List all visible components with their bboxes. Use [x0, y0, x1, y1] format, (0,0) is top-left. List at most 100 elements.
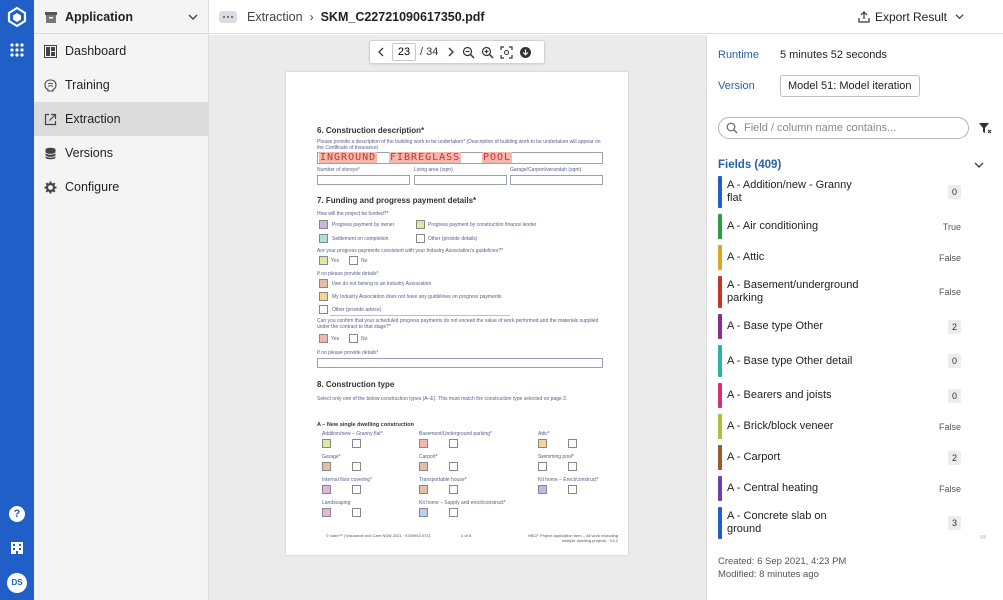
type-checkbox	[419, 439, 428, 448]
sidebar-item-dashboard[interactable]: Dashboard	[34, 34, 208, 68]
field-row[interactable]: A - Basement/underground parking False	[718, 276, 961, 308]
type-checkbox	[449, 462, 458, 471]
field-row[interactable]: A - Carport 2	[718, 445, 961, 470]
sidebar-item-training[interactable]: Training	[34, 68, 208, 102]
sidebar-item-label: Versions	[65, 146, 113, 160]
section-6-title: 6. Construction description*	[317, 126, 425, 135]
highlight-word-3[interactable]: POOL	[482, 152, 513, 163]
document-page: 6. Construction description* Please prov…	[286, 72, 628, 555]
field-row[interactable]: A - Base type Other detail 0	[718, 345, 961, 377]
option-other: Other (provide details)	[428, 236, 478, 242]
page-total: / 34	[420, 46, 439, 58]
section-8-title: 8. Construction type	[317, 380, 395, 389]
app-selector[interactable]: Application	[34, 0, 208, 34]
field-list: A - Addition/new - Granny flat 0 A - Air c…	[718, 176, 961, 539]
field-value: False	[938, 287, 961, 297]
consistent-yes-label: Yes	[331, 258, 340, 264]
checkbox-confirm-yes	[319, 334, 328, 343]
confirm-details-field	[317, 358, 603, 368]
field-row[interactable]: A - Air conditioning True	[718, 214, 961, 239]
field-row[interactable]: A - Concrete slab on ground 3	[718, 507, 961, 539]
field-search[interactable]	[718, 117, 969, 139]
option-settlement: Settlement on completion	[332, 236, 389, 242]
field-color-bar	[718, 414, 722, 439]
checkbox-consistent-no	[349, 256, 358, 265]
sidebar-nav: Dashboard Training Extraction Versions C…	[34, 34, 208, 204]
field-color-bar	[718, 276, 722, 308]
construction-a-title: A – New single dwelling construction	[317, 422, 414, 428]
type-checkbox	[419, 485, 428, 494]
sidebar-item-label: Configure	[65, 180, 120, 194]
type-checkbox	[449, 439, 458, 448]
living-area-label: Living area (sqm)	[414, 167, 453, 173]
type-checkbox	[322, 485, 331, 494]
field-row[interactable]: A - Brick/block veneer False	[718, 414, 961, 439]
sidebar-item-label: Extraction	[65, 112, 121, 126]
consistent-question: Are your progress payments consistent wi…	[317, 248, 504, 254]
zoom-in-icon[interactable]	[481, 46, 494, 59]
checkbox-consistent-yes	[319, 256, 328, 265]
sidebar-item-versions[interactable]: Versions	[34, 136, 208, 170]
field-row[interactable]: A - Attic False	[718, 245, 961, 270]
field-color-bar	[718, 476, 722, 501]
storeys-field	[317, 175, 410, 185]
sidebar-item-configure[interactable]: Configure	[34, 170, 208, 204]
scrollbar-indicator[interactable]	[980, 535, 986, 539]
highlight-word-1[interactable]: INGROUND	[319, 152, 378, 163]
version-button[interactable]: Model 51: Model iteration	[780, 75, 920, 97]
fields-header[interactable]: Fields (409)	[718, 159, 984, 171]
user-avatar[interactable]: DS	[7, 573, 27, 593]
sidebar-item-extraction[interactable]: Extraction	[34, 102, 208, 136]
section-7-title: 7. Funding and progress payment details*	[317, 196, 477, 205]
type-checkbox	[322, 462, 331, 471]
fields-count: Fields (409)	[718, 159, 782, 171]
help-icon[interactable]: ?	[9, 506, 25, 522]
page-footer-number: 4 of 8	[461, 533, 472, 538]
assoc-option-1: I/we do not belong to an Industry Associ…	[332, 281, 432, 287]
type-checkbox	[538, 485, 547, 494]
download-icon[interactable]	[519, 46, 532, 59]
more-breadcrumb-button[interactable]	[219, 10, 237, 23]
filter-icon[interactable]	[978, 121, 992, 135]
type-checkbox	[352, 485, 361, 494]
field-color-bar	[718, 176, 722, 208]
type-label: Internal floor covering*	[322, 477, 373, 483]
type-checkbox	[538, 462, 547, 471]
checkbox-lender	[416, 220, 425, 229]
created-timestamp: Created: 6 Sep 2021, 4:23 PM	[718, 556, 847, 567]
page-number-input[interactable]	[392, 43, 416, 61]
type-label: Addition/new – Granny flat*	[322, 431, 383, 437]
field-value: 0	[947, 388, 961, 403]
field-row[interactable]: A - Addition/new - Granny flat 0	[718, 176, 961, 208]
page-toolbar: / 34	[369, 40, 545, 64]
external-link-icon	[44, 113, 57, 125]
logo-icon[interactable]	[6, 6, 28, 28]
type-checkbox	[538, 439, 547, 448]
page-footer-left: © icare™ | Insurance and Care NSW 2021 ·…	[326, 533, 431, 538]
field-color-bar	[718, 214, 722, 239]
chevron-down-icon	[955, 14, 964, 20]
field-search-input[interactable]	[744, 122, 961, 134]
type-checkbox	[419, 462, 428, 471]
field-row[interactable]: A - Base type Other 2	[718, 314, 961, 339]
zoom-out-icon[interactable]	[462, 46, 475, 59]
previous-page-button[interactable]	[374, 45, 388, 59]
highlight-word-2[interactable]: FIBREGLASS	[389, 152, 462, 163]
field-row[interactable]: A - Central heating False	[718, 476, 961, 501]
field-value: 2	[947, 450, 961, 465]
checkbox-owner	[319, 220, 328, 229]
type-checkbox	[449, 508, 458, 517]
type-label: Garage*	[322, 454, 341, 460]
option-lender: Progress payment by construction finance…	[428, 222, 537, 228]
brain-icon	[44, 78, 57, 92]
next-page-button[interactable]	[444, 45, 458, 59]
chevron-left-icon	[378, 47, 384, 57]
apps-grid-icon[interactable]	[9, 42, 25, 58]
export-result-button[interactable]: Export Result	[858, 10, 969, 24]
field-name: A - Addition/new - Granny flat	[727, 179, 852, 204]
organization-icon[interactable]	[9, 540, 25, 556]
field-row[interactable]: A - Bearers and joists 0	[718, 383, 961, 408]
breadcrumb-parent[interactable]: Extraction	[247, 10, 303, 24]
app-title: Application	[65, 9, 134, 24]
fit-to-page-icon[interactable]	[500, 45, 513, 59]
